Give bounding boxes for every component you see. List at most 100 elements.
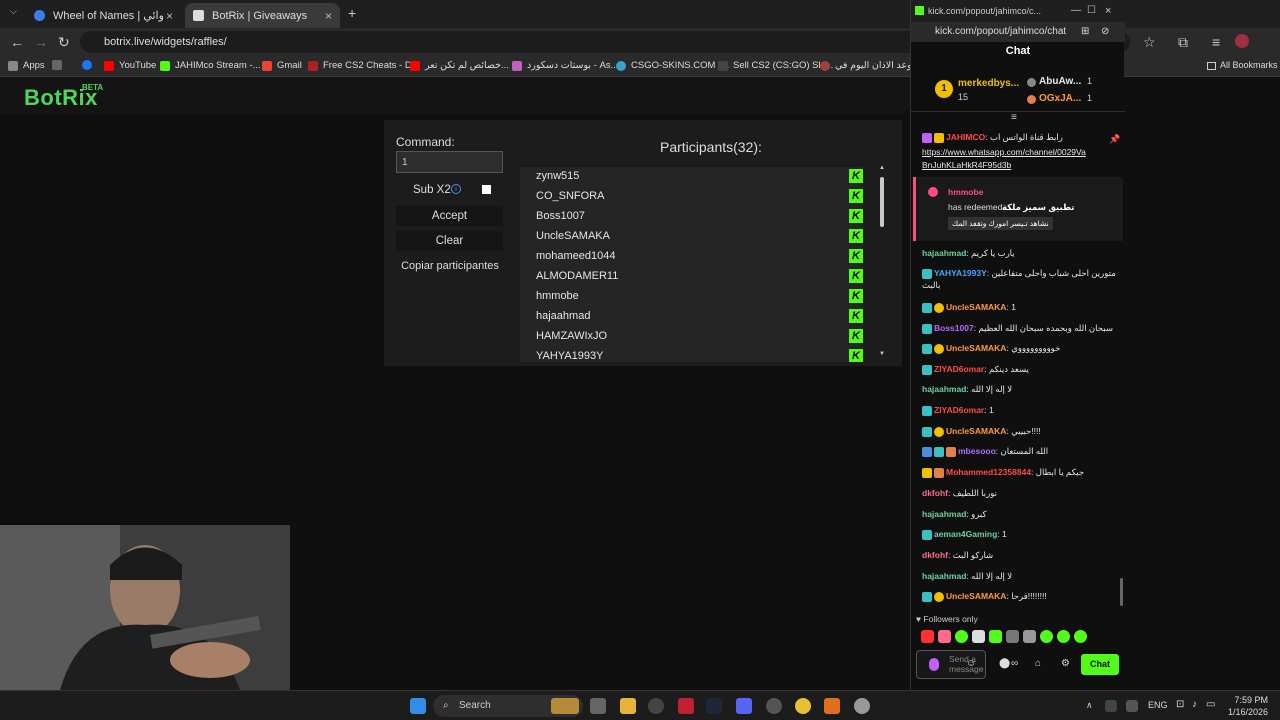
pinned-link[interactable]: BnJuhKLaHkR4F95d3b xyxy=(922,160,1011,170)
emote-icon[interactable] xyxy=(955,630,968,643)
new-tab-button[interactable]: + xyxy=(348,5,356,21)
copy-participants-button[interactable]: Copiar participantes xyxy=(396,260,504,272)
list-item[interactable]: YAHYA1993Y K xyxy=(520,347,863,362)
expand-icon[interactable]: ≡ xyxy=(1011,112,1017,123)
eye-off-icon[interactable]: ⊘ xyxy=(1101,22,1109,42)
list-item[interactable]: zynw515 K xyxy=(520,167,863,187)
bookmark-youtube[interactable]: YouTube xyxy=(104,60,156,71)
battery-icon[interactable]: ▭ xyxy=(1206,699,1215,710)
emote-icon[interactable] xyxy=(1006,630,1019,643)
close-icon[interactable]: × xyxy=(325,9,332,23)
close-icon[interactable]: × xyxy=(1105,0,1111,22)
list-item[interactable]: hmmobe K xyxy=(520,287,863,307)
list-item[interactable]: ALMODAMER11 K xyxy=(520,267,863,287)
emote-icon[interactable] xyxy=(938,630,951,643)
scroll-up-icon[interactable]: ▲ xyxy=(879,165,885,171)
emoji-icon[interactable]: ☺ xyxy=(966,658,976,669)
discord-icon[interactable] xyxy=(736,698,752,714)
list-item[interactable]: UncleSAMAKA K xyxy=(520,227,863,247)
bookmark-discord-posts[interactable]: بوستات دسكورد - As... xyxy=(512,60,618,71)
list-item[interactable]: hajaahmad K xyxy=(520,307,863,327)
bookmark-grid[interactable] xyxy=(52,60,67,70)
tray-chevron-icon[interactable]: ∧ xyxy=(1086,700,1093,711)
bookmark-cs2[interactable]: Free CS2 Cheats - D... xyxy=(308,60,420,71)
emote-icon[interactable] xyxy=(1040,630,1053,643)
kick-url-bar[interactable]: kick.com/popout/jahimco/chat ⊞ ⊘ xyxy=(911,22,1125,42)
volume-icon[interactable]: ♪ xyxy=(1192,699,1197,710)
sub-badge-icon xyxy=(922,426,932,437)
back-icon[interactable]: ← xyxy=(10,34,24,50)
reload-icon[interactable]: ↻ xyxy=(58,34,70,51)
command-input[interactable]: 1 xyxy=(396,151,503,173)
send-chat-button[interactable]: Chat xyxy=(1081,654,1119,675)
close-icon[interactable]: × xyxy=(166,9,173,23)
steam-icon[interactable] xyxy=(706,698,722,714)
bookmark-facebook[interactable] xyxy=(82,60,97,70)
bookmark-gmail[interactable]: Gmail xyxy=(262,60,302,71)
scroll-down-icon[interactable]: ▼ xyxy=(879,351,885,357)
clock[interactable]: 7:59 PM 1/16/2026 xyxy=(1220,694,1268,718)
kick-coins-icon[interactable]: ⬤ xyxy=(999,658,1010,669)
bookmark-prayer-times[interactable]: موعد الاذان اليوم في... xyxy=(820,60,915,71)
leader-name[interactable]: merkedbys... xyxy=(958,78,1019,89)
store-icon[interactable]: ⌂ xyxy=(1035,658,1041,669)
top2-name[interactable]: AbuAw... xyxy=(1039,76,1081,87)
network-icon[interactable]: ⊡ xyxy=(1176,699,1184,710)
emote-icon[interactable] xyxy=(989,630,1002,643)
pinned-link[interactable]: https://www.whatsapp.com/channel/0029Va xyxy=(922,147,1086,157)
bookmark-sell-cs2[interactable]: Sell CS2 (CS:GO) Ski... xyxy=(718,60,833,71)
list-item[interactable]: mohameed1044 K xyxy=(520,247,863,267)
bookmark-csgo-skins[interactable]: CSGO-SKINS.COM -... xyxy=(616,60,729,71)
reading-list-icon[interactable]: ≡ xyxy=(1212,34,1220,50)
emote-icon[interactable] xyxy=(921,630,934,643)
task-view-icon[interactable] xyxy=(590,698,606,714)
chrome-icon[interactable] xyxy=(795,698,811,714)
bookmark-arabic-1[interactable]: خصائص لم تكن تعر... xyxy=(410,60,509,71)
rank-badge: 1 xyxy=(935,80,953,98)
tab-search-icon[interactable]: ⌵ xyxy=(10,6,17,17)
list-item[interactable]: CO_SNFORA K xyxy=(520,187,863,207)
valorant-icon[interactable] xyxy=(678,698,694,714)
translate-icon[interactable]: ⊞ xyxy=(1081,22,1089,42)
sub-x2-checkbox[interactable] xyxy=(482,185,491,194)
windows-start-icon[interactable] xyxy=(410,698,426,714)
bookmark-jahimco[interactable]: JAHIMco Stream -... xyxy=(160,60,261,71)
tray-icon[interactable] xyxy=(1126,700,1138,712)
bookmark-apps[interactable]: Apps xyxy=(8,60,45,71)
minimize-icon[interactable]: — xyxy=(1071,0,1081,22)
emote-icon[interactable] xyxy=(972,630,985,643)
language-indicator[interactable]: ENG xyxy=(1148,700,1168,710)
scroll-thumb[interactable] xyxy=(880,177,884,227)
info-icon[interactable]: i xyxy=(451,184,461,194)
bookmark-star-icon[interactable]: ☆ xyxy=(1143,34,1156,51)
all-bookmarks[interactable]: All Bookmarks xyxy=(1207,60,1278,70)
list-item[interactable]: Boss1007 K xyxy=(520,207,863,227)
tab-wheel-of-names[interactable]: Wheel of Names | اسم العشوائي × xyxy=(26,3,181,28)
emote-icon[interactable] xyxy=(1074,630,1087,643)
app-icon[interactable] xyxy=(766,698,782,714)
logitech-icon[interactable] xyxy=(648,698,664,714)
top3-name[interactable]: OGxJA... xyxy=(1039,93,1081,104)
app-icon[interactable] xyxy=(824,698,840,714)
forward-icon[interactable]: → xyxy=(34,34,48,50)
obs-icon[interactable] xyxy=(854,698,870,714)
profile-avatar[interactable] xyxy=(1235,34,1249,48)
pin-icon[interactable]: 📌 xyxy=(1109,134,1120,145)
extensions-icon[interactable]: ⧉ xyxy=(1178,34,1188,51)
settings-gear-icon[interactable]: ⚙ xyxy=(1061,658,1070,669)
taskbar-search[interactable]: ⌕ Search xyxy=(433,695,583,717)
clear-button[interactable]: Clear xyxy=(396,231,503,251)
emote-icon[interactable] xyxy=(1057,630,1070,643)
chat-scrollbar[interactable] xyxy=(1120,578,1123,606)
taskbar: ⌕ Search ∧ ENG ⊡ ♪ ▭ 7:59 PM 1/16/2026 xyxy=(0,690,1280,720)
infinity-icon[interactable]: ∞ xyxy=(1011,658,1018,669)
emote-icon[interactable] xyxy=(1023,630,1036,643)
file-explorer-icon[interactable] xyxy=(620,698,636,714)
accept-button[interactable]: Accept xyxy=(396,206,503,226)
tray-icon[interactable] xyxy=(1105,700,1117,712)
reward-icon xyxy=(928,187,938,197)
maximize-icon[interactable]: ☐ xyxy=(1087,0,1096,22)
list-item[interactable]: HAMZAWIxJO K xyxy=(520,327,863,347)
participants-scrollbar[interactable]: ▲ ▼ xyxy=(879,165,885,359)
tab-botrix[interactable]: BotRix | Giveaways × xyxy=(185,3,340,28)
